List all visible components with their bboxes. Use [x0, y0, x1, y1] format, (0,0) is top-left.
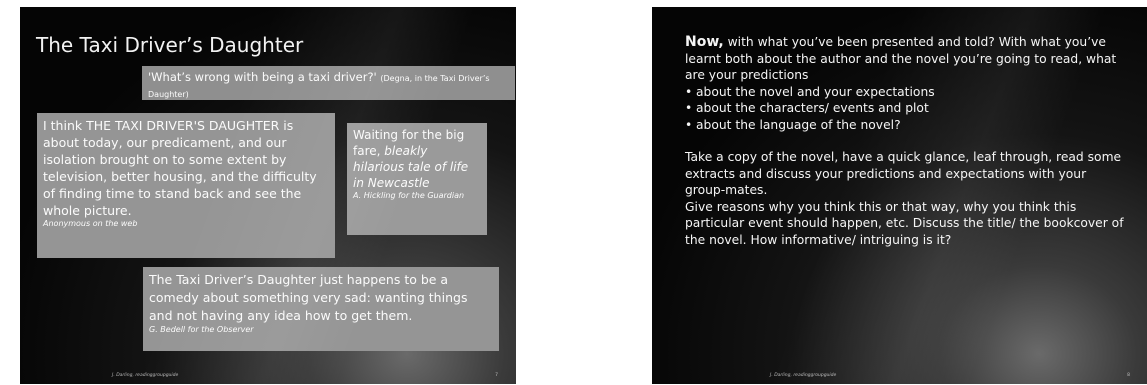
review-1-text: I think THE TAXI DRIVER'S DAUGHTER is ab…	[43, 118, 317, 218]
list-item: about the characters/ events and plot	[685, 100, 1125, 117]
page-number: 8	[1127, 373, 1130, 378]
list-item: about the novel and your expectations	[685, 84, 1125, 101]
intro-bold: Now,	[685, 34, 724, 50]
review-box-2: Waiting for the big fare, bleakly hilari…	[347, 123, 487, 235]
slide-7: The Taxi Driver’s Daughter 'What’s wrong…	[20, 7, 516, 384]
review-box-1: I think THE TAXI DRIVER'S DAUGHTER is ab…	[37, 113, 335, 258]
review-box-3: The Taxi Driver’s Daughter just happens …	[143, 267, 499, 351]
review-3-credit: G. Bedell for the Observer	[149, 325, 254, 334]
quote-box: 'What’s wrong with being a taxi driver?'…	[142, 66, 515, 100]
slide-8: Now, with what you’ve been presented and…	[652, 7, 1147, 384]
prediction-list: about the novel and your expectations ab…	[685, 84, 1125, 134]
intro-text: with what you’ve been presented and told…	[685, 35, 1117, 82]
intro-paragraph: Now, with what you’ve been presented and…	[685, 34, 1125, 84]
paragraph-3: Give reasons why you think this or that …	[685, 199, 1124, 247]
quote-text: 'What’s wrong with being a taxi driver?'	[148, 70, 377, 84]
paragraph-2: Take a copy of the novel, have a quick g…	[685, 150, 1122, 197]
review-2-credit: A. Hickling for the Guardian	[353, 191, 465, 200]
review-3-text: The Taxi Driver’s Daughter just happens …	[149, 272, 468, 323]
slide-footer: J. Darling, readinggroupguide	[112, 373, 179, 378]
list-item: about the language of the novel?	[685, 117, 1125, 134]
page-number: 7	[495, 373, 498, 378]
slide-body: Now, with what you’ve been presented and…	[685, 34, 1125, 248]
slide-footer: J. Darling, readinggroupguide	[770, 373, 837, 378]
slide-title: The Taxi Driver’s Daughter	[36, 33, 304, 57]
review-1-credit: Anonymous on the web	[43, 219, 138, 228]
